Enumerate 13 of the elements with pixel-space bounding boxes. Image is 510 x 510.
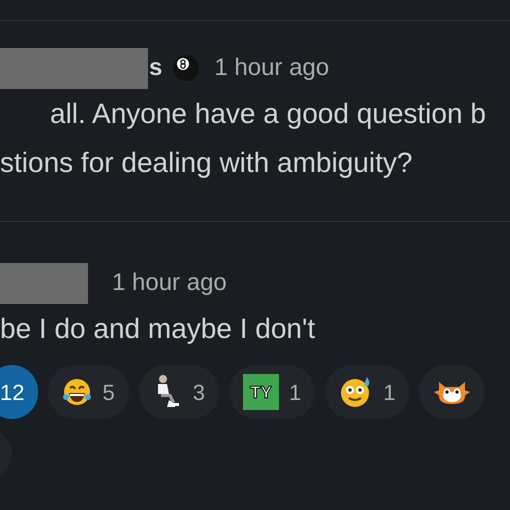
message-text: be I do and maybe I don't — [0, 312, 316, 346]
reaction-chip[interactable]: 5 — [48, 365, 129, 419]
laughing-emoji-icon — [62, 377, 92, 407]
reaction-chip[interactable]: 3 — [138, 365, 219, 419]
author-name: s — [149, 53, 162, 83]
ty-emoji: TY — [242, 374, 279, 410]
reaction-chip[interactable]: 1 — [325, 365, 410, 419]
reaction-chip[interactable]: 12 — [0, 365, 38, 419]
timestamp: 1 hour ago — [214, 53, 330, 83]
timestamp: 1 hour ago — [112, 268, 227, 298]
message-text: stions for dealing with ambiguity? — [0, 146, 412, 180]
reaction-chip[interactable]: TY 1 — [228, 365, 316, 419]
message-text: all. Anyone have a good question b — [50, 97, 486, 131]
